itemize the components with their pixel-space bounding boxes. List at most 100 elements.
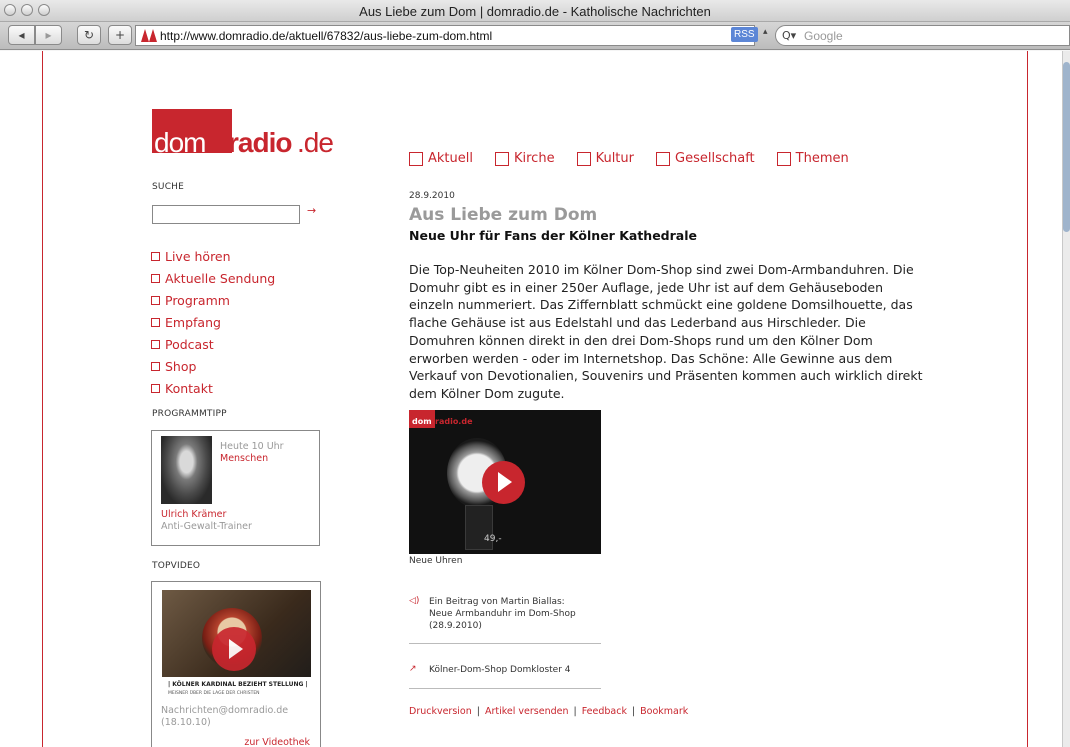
audio-link[interactable]: ◁) Ein Beitrag von Martin Biallas: Neue …: [409, 596, 601, 644]
window-title: Aus Liebe zum Dom | domradio.de - Kathol…: [359, 4, 711, 19]
search-placeholder: Google: [804, 29, 843, 43]
sidebar-item-live-hoeren[interactable]: Live hören: [151, 245, 275, 267]
programmtipp-time: Heute 10 Uhr: [220, 441, 284, 452]
print-version-link[interactable]: Druckversion: [409, 706, 472, 717]
topvideo-banner-subtitle: MEISNER ÜBER DIE LAGE DER CHRISTEN: [168, 691, 260, 696]
checkbox-icon: [409, 151, 423, 166]
speaker-icon: ◁): [409, 596, 420, 606]
article-video-player[interactable]: dom radio.de 49,-: [409, 410, 601, 554]
programmtipp-show-link[interactable]: Menschen: [220, 453, 268, 464]
topnav-item-kultur[interactable]: Kultur: [576, 151, 634, 166]
top-navigation: Aktuell Kirche Kultur Gesellschaft Theme…: [409, 151, 871, 166]
checkbox-icon: [776, 151, 791, 166]
separator: |: [631, 706, 636, 717]
article-date: 28.9.2010: [409, 191, 455, 201]
topvideo-date: (18.10.10): [161, 717, 211, 728]
browser-toolbar: ◂ ▸ ↻ + http://www.domradio.de/aktuell/6…: [0, 22, 1070, 50]
topvideo-thumbnail[interactable]: | KÖLNER KARDINAL BEZIEHT STELLUNG | MEI…: [162, 590, 311, 703]
bullet-square-icon: [151, 339, 160, 349]
sidebar-item-label: Empfang: [165, 314, 221, 330]
topvideo-banner: | KÖLNER KARDINAL BEZIEHT STELLUNG | MEI…: [162, 677, 311, 703]
play-icon[interactable]: [482, 461, 525, 504]
external-shop-link-text: Kölner-Dom-Shop Domkloster 4: [429, 665, 571, 675]
rss-button[interactable]: RSS: [731, 27, 758, 42]
article-actions: Druckversion | Artikel versenden | Feedback |…: [409, 706, 688, 717]
topvideo-box: | KÖLNER KARDINAL BEZIEHT STELLUNG | MEI…: [151, 581, 321, 747]
site-search-input[interactable]: [152, 205, 300, 224]
separator: |: [476, 706, 480, 717]
audio-link-text: Ein Beitrag von Martin Biallas: Neue Arm…: [429, 597, 576, 631]
programmtipp-box: Heute 10 Uhr Menschen Ulrich Krämer Anti…: [151, 430, 320, 546]
price-tag: 49,-: [484, 534, 502, 544]
sidebar-item-aktuelle-sendung[interactable]: Aktuelle Sendung: [151, 267, 275, 289]
send-article-link[interactable]: Artikel versenden: [485, 706, 569, 717]
reload-button[interactable]: ↻: [77, 25, 101, 45]
external-shop-link[interactable]: ↗ Kölner-Dom-Shop Domkloster 4: [409, 664, 601, 689]
topnav-label: Gesellschaft: [675, 151, 755, 166]
checkbox-icon: [494, 151, 509, 166]
video-logo-radio: radio.de: [435, 417, 473, 426]
video-logo-dom: dom: [412, 417, 432, 426]
bullet-square-icon: [151, 295, 160, 305]
topvideo-caption: Nachrichten@domradio.de: [161, 705, 289, 716]
topnav-label: Themen: [795, 151, 849, 166]
site-favicon-icon: [141, 29, 157, 42]
add-bookmark-button[interactable]: +: [108, 25, 132, 45]
bookmark-link[interactable]: Bookmark: [640, 706, 688, 717]
presenter-photo[interactable]: [161, 436, 212, 504]
logo-text-dom: dom: [154, 127, 206, 158]
sidebar-item-label: Programm: [165, 292, 230, 308]
topnav-item-gesellschaft[interactable]: Gesellschaft: [656, 151, 755, 166]
search-heading: SUCHE: [152, 182, 185, 192]
sidebar-item-podcast[interactable]: Podcast: [151, 333, 275, 355]
address-url: http://www.domradio.de/aktuell/67832/aus…: [160, 29, 493, 43]
external-link-arrow-icon: ↗: [409, 664, 417, 674]
search-icon: Q▾: [782, 29, 797, 42]
separator: |: [573, 706, 577, 717]
bullet-square-icon: [151, 251, 160, 261]
back-button[interactable]: ◂: [8, 25, 35, 45]
topnav-label: Kultur: [595, 151, 634, 166]
sidebar-item-empfang[interactable]: Empfang: [151, 311, 275, 333]
logo-text-radio: radio: [228, 127, 292, 158]
sidebar-navigation: Live hören Aktuelle Sendung Programm Emp…: [151, 245, 275, 399]
bullet-square-icon: [151, 317, 160, 327]
article-subtitle: Neue Uhr für Fans der Kölner Kathedrale: [409, 228, 697, 243]
sidebar-item-label: Podcast: [165, 336, 214, 352]
page-viewport: dom radio .de Aktuell Kirche Kultur Gese…: [0, 51, 1062, 747]
sidebar-item-kontakt[interactable]: Kontakt: [151, 377, 275, 399]
topvideo-heading: TOPVIDEO: [152, 561, 201, 571]
feedback-link[interactable]: Feedback: [582, 706, 627, 717]
videothek-link[interactable]: zur Videothek: [244, 737, 310, 747]
topnav-label: Aktuell: [428, 151, 473, 166]
video-caption: Neue Uhren: [409, 556, 463, 566]
topnav-label: Kirche: [513, 151, 555, 166]
scrollbar-thumb[interactable]: [1063, 62, 1070, 232]
address-bar[interactable]: http://www.domradio.de/aktuell/67832/aus…: [135, 25, 755, 46]
title-bar: Aus Liebe zum Dom | domradio.de - Kathol…: [0, 0, 1070, 22]
sidebar-item-programm[interactable]: Programm: [151, 289, 275, 311]
logo-text-de: .de: [297, 127, 334, 158]
forward-button[interactable]: ▸: [35, 25, 62, 45]
browser-search-field[interactable]: Q▾ Google: [775, 25, 1070, 46]
play-icon[interactable]: [212, 627, 256, 671]
bullet-square-icon: [151, 383, 160, 393]
sidebar-item-label: Live hören: [165, 248, 231, 264]
sidebar-item-shop[interactable]: Shop: [151, 355, 275, 377]
checkbox-icon: [656, 151, 670, 166]
browser-window: Aus Liebe zum Dom | domradio.de - Kathol…: [0, 0, 1070, 747]
programmtipp-name-link[interactable]: Ulrich Krämer: [161, 509, 226, 520]
rss-menu-icon[interactable]: ▴: [763, 27, 768, 37]
sidebar-item-label: Aktuelle Sendung: [165, 270, 276, 286]
checkbox-icon: [576, 151, 591, 166]
programmtipp-heading: PROGRAMMTIPP: [152, 409, 227, 419]
search-submit-arrow-icon[interactable]: →: [307, 204, 316, 217]
topnav-item-themen[interactable]: Themen: [776, 151, 849, 166]
topnav-item-aktuell[interactable]: Aktuell: [409, 151, 473, 166]
topvideo-banner-title: | KÖLNER KARDINAL BEZIEHT STELLUNG |: [168, 681, 308, 688]
topnav-item-kirche[interactable]: Kirche: [494, 151, 555, 166]
sidebar-item-label: Shop: [165, 358, 197, 374]
bullet-square-icon: [151, 361, 160, 371]
bullet-square-icon: [151, 273, 160, 283]
programmtipp-role: Anti-Gewalt-Trainer: [161, 521, 252, 532]
